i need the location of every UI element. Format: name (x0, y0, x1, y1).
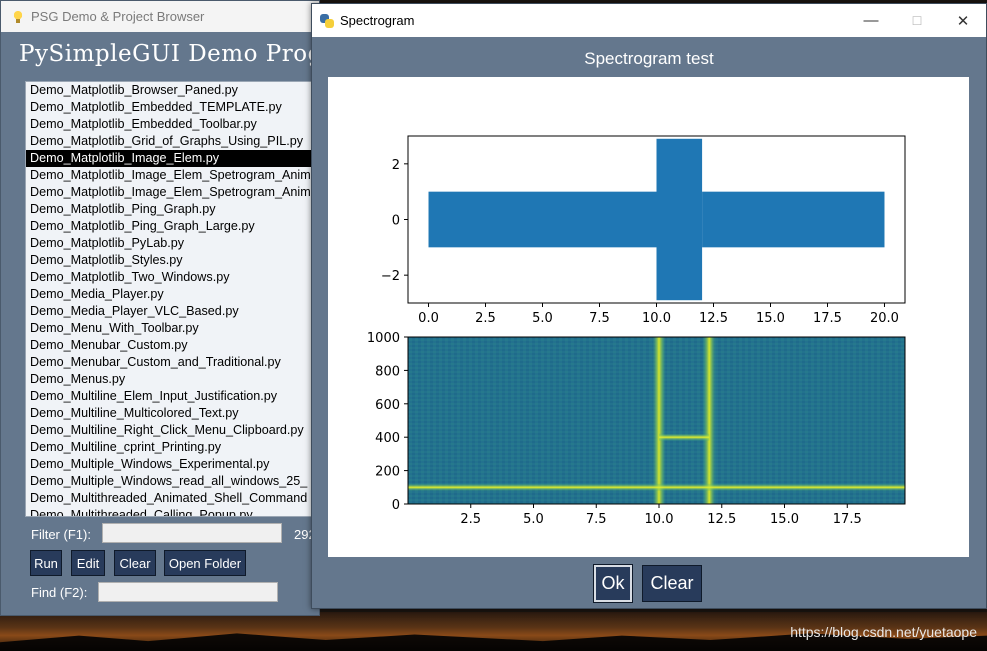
file-list-item[interactable]: Demo_Matplotlib_PyLab.py (26, 235, 324, 252)
x-tick-label: 7.5 (586, 512, 607, 527)
x-tick-label: 7.5 (589, 311, 610, 326)
clear-button[interactable]: Clear (114, 550, 156, 576)
ok-button[interactable]: Ok (593, 564, 633, 603)
x-tick-label: 5.0 (532, 311, 553, 326)
find-input[interactable] (98, 582, 278, 602)
x-tick-label: 2.5 (460, 512, 481, 527)
spectrogram-plot: 2.5 5.0 7.5 10.0 12.5 15.0 17.5 1000 800 600 400 20… (367, 331, 906, 527)
y-tick-label: 200 (375, 465, 400, 480)
transient-line (702, 337, 717, 504)
y-tick-label: 400 (375, 431, 400, 446)
file-list-item[interactable]: Demo_Matplotlib_Embedded_Toolbar.py (26, 116, 324, 133)
x-tick-label: 10.0 (645, 512, 674, 527)
file-list-item[interactable]: Demo_Matplotlib_Image_Elem_Spetrogram_An… (26, 167, 324, 184)
file-list-item[interactable]: Demo_Multiple_Windows_read_all_windows_2… (26, 473, 324, 490)
file-list-item[interactable]: Demo_Menubar_Custom.py (26, 337, 324, 354)
burst-tone (659, 433, 710, 442)
file-list-item[interactable]: Demo_Menus.py (26, 371, 324, 388)
file-list-item[interactable]: Demo_Multiline_Multicolored_Text.py (26, 405, 324, 422)
run-button[interactable]: Run (30, 550, 62, 576)
transient-line (652, 337, 667, 504)
x-tick-label: 10.0 (642, 311, 671, 326)
file-list-item[interactable]: Demo_Matplotlib_Image_Elem.py (26, 150, 324, 167)
file-list-item[interactable]: Demo_Multiline_Elem_Input_Justification.… (26, 388, 324, 405)
plots-svg: 0.0 2.5 5.0 7.5 10.0 12.5 15.0 17.5 20.0 2 0 −2 2.5… (367, 135, 906, 527)
main-heading: PySimpleGUI Demo Prog (19, 41, 323, 67)
file-list-item[interactable]: Demo_Matplotlib_Embedded_TEMPLATE.py (26, 99, 324, 116)
y-tick-label: 0 (392, 498, 400, 513)
open-folder-button[interactable]: Open Folder (164, 550, 246, 576)
file-list-item[interactable]: Demo_Multithreaded_Animated_Shell_Comman… (26, 490, 324, 507)
spectrogram-heading: Spectrogram test (584, 49, 714, 68)
x-tick-label: 15.0 (756, 311, 785, 326)
plot-canvas: 0.0 2.5 5.0 7.5 10.0 12.5 15.0 17.5 20.0 2 0 −2 2.5… (328, 77, 969, 557)
signal-band (428, 191, 657, 248)
y-tick-label: 1000 (367, 331, 400, 346)
constant-tone (408, 483, 905, 492)
watermark-text: https://blog.csdn.net/yuetaope (790, 624, 977, 640)
file-list-item[interactable]: Demo_Multiple_Windows_Experimental.py (26, 456, 324, 473)
file-list-item[interactable]: Demo_Media_Player.py (26, 286, 324, 303)
file-list-item[interactable]: Demo_Matplotlib_Styles.py (26, 252, 324, 269)
filter-label: Filter (F1): (31, 527, 91, 542)
spectrogram-titlebar[interactable]: Spectrogram — ☐ ✕ (312, 4, 986, 37)
x-tick-label: 12.5 (707, 512, 736, 527)
file-list-item[interactable]: Demo_Matplotlib_Browser_Paned.py (26, 82, 324, 99)
y-tick-label: −2 (381, 269, 400, 284)
signal-band (656, 138, 703, 301)
file-list-item[interactable]: Demo_Matplotlib_Grid_of_Graphs_Using_PIL… (26, 133, 324, 150)
file-list-item[interactable]: Demo_Matplotlib_Image_Elem_Spetrogram_An… (26, 184, 324, 201)
file-list-item[interactable]: Demo_Matplotlib_Ping_Graph_Large.py (26, 218, 324, 235)
x-tick-label: 20.0 (870, 311, 899, 326)
file-list-item[interactable]: Demo_Menu_With_Toolbar.py (26, 320, 324, 337)
maximize-button[interactable]: ☐ (894, 4, 940, 37)
file-list-item[interactable]: Demo_Matplotlib_Two_Windows.py (26, 269, 324, 286)
y-tick-label: 600 (375, 398, 400, 413)
signal-band (702, 191, 885, 248)
close-button[interactable]: ✕ (940, 4, 986, 37)
x-tick-label: 5.0 (523, 512, 544, 527)
file-list-item[interactable]: Demo_Multithreaded_Calling_Popup.py (26, 507, 324, 516)
y-tick-label: 0 (392, 214, 400, 229)
file-list-item[interactable]: Demo_Menubar_Custom_and_Traditional.py (26, 354, 324, 371)
python-icon (320, 13, 334, 28)
edit-button[interactable]: Edit (71, 550, 105, 576)
x-tick-label: 17.5 (833, 512, 862, 527)
find-label: Find (F2): (31, 585, 88, 600)
project-browser-window: PSG Demo & Project Browser PySimpleGUI D… (0, 0, 325, 616)
time-signal-plot: 0.0 2.5 5.0 7.5 10.0 12.5 15.0 17.5 20.0 2 0 −2 (381, 135, 906, 326)
y-tick-label: 800 (375, 364, 400, 379)
spectrogram-window-title: Spectrogram (340, 13, 415, 28)
file-list-item[interactable]: Demo_Multiline_Right_Click_Menu_Clipboar… (26, 422, 324, 439)
file-listbox[interactable]: Demo_Matplotlib_Browser_Paned.py Demo_Mat… (25, 81, 325, 517)
file-list-item[interactable]: Demo_Matplotlib_Ping_Graph.py (26, 201, 324, 218)
x-tick-label: 2.5 (475, 311, 496, 326)
file-list-item[interactable]: Demo_Media_Player_VLC_Based.py (26, 303, 324, 320)
x-tick-label: 17.5 (813, 311, 842, 326)
spectrogram-window: Spectrogram — ☐ ✕ Spectrogram test 0.0 2… (311, 3, 987, 609)
filter-input[interactable] (102, 523, 282, 543)
x-tick-label: 15.0 (770, 512, 799, 527)
x-tick-label: 12.5 (699, 311, 728, 326)
file-list-item[interactable]: Demo_Multiline_cprint_Printing.py (26, 439, 324, 456)
main-window-title: PSG Demo & Project Browser (31, 9, 205, 24)
x-tick-label: 0.0 (418, 311, 439, 326)
main-titlebar[interactable]: PSG Demo & Project Browser (1, 1, 319, 32)
minimize-button[interactable]: — (848, 4, 894, 37)
lightbulb-icon (13, 10, 23, 23)
spectrogram-clear-button[interactable]: Clear (642, 565, 702, 602)
y-tick-label: 2 (392, 158, 400, 173)
